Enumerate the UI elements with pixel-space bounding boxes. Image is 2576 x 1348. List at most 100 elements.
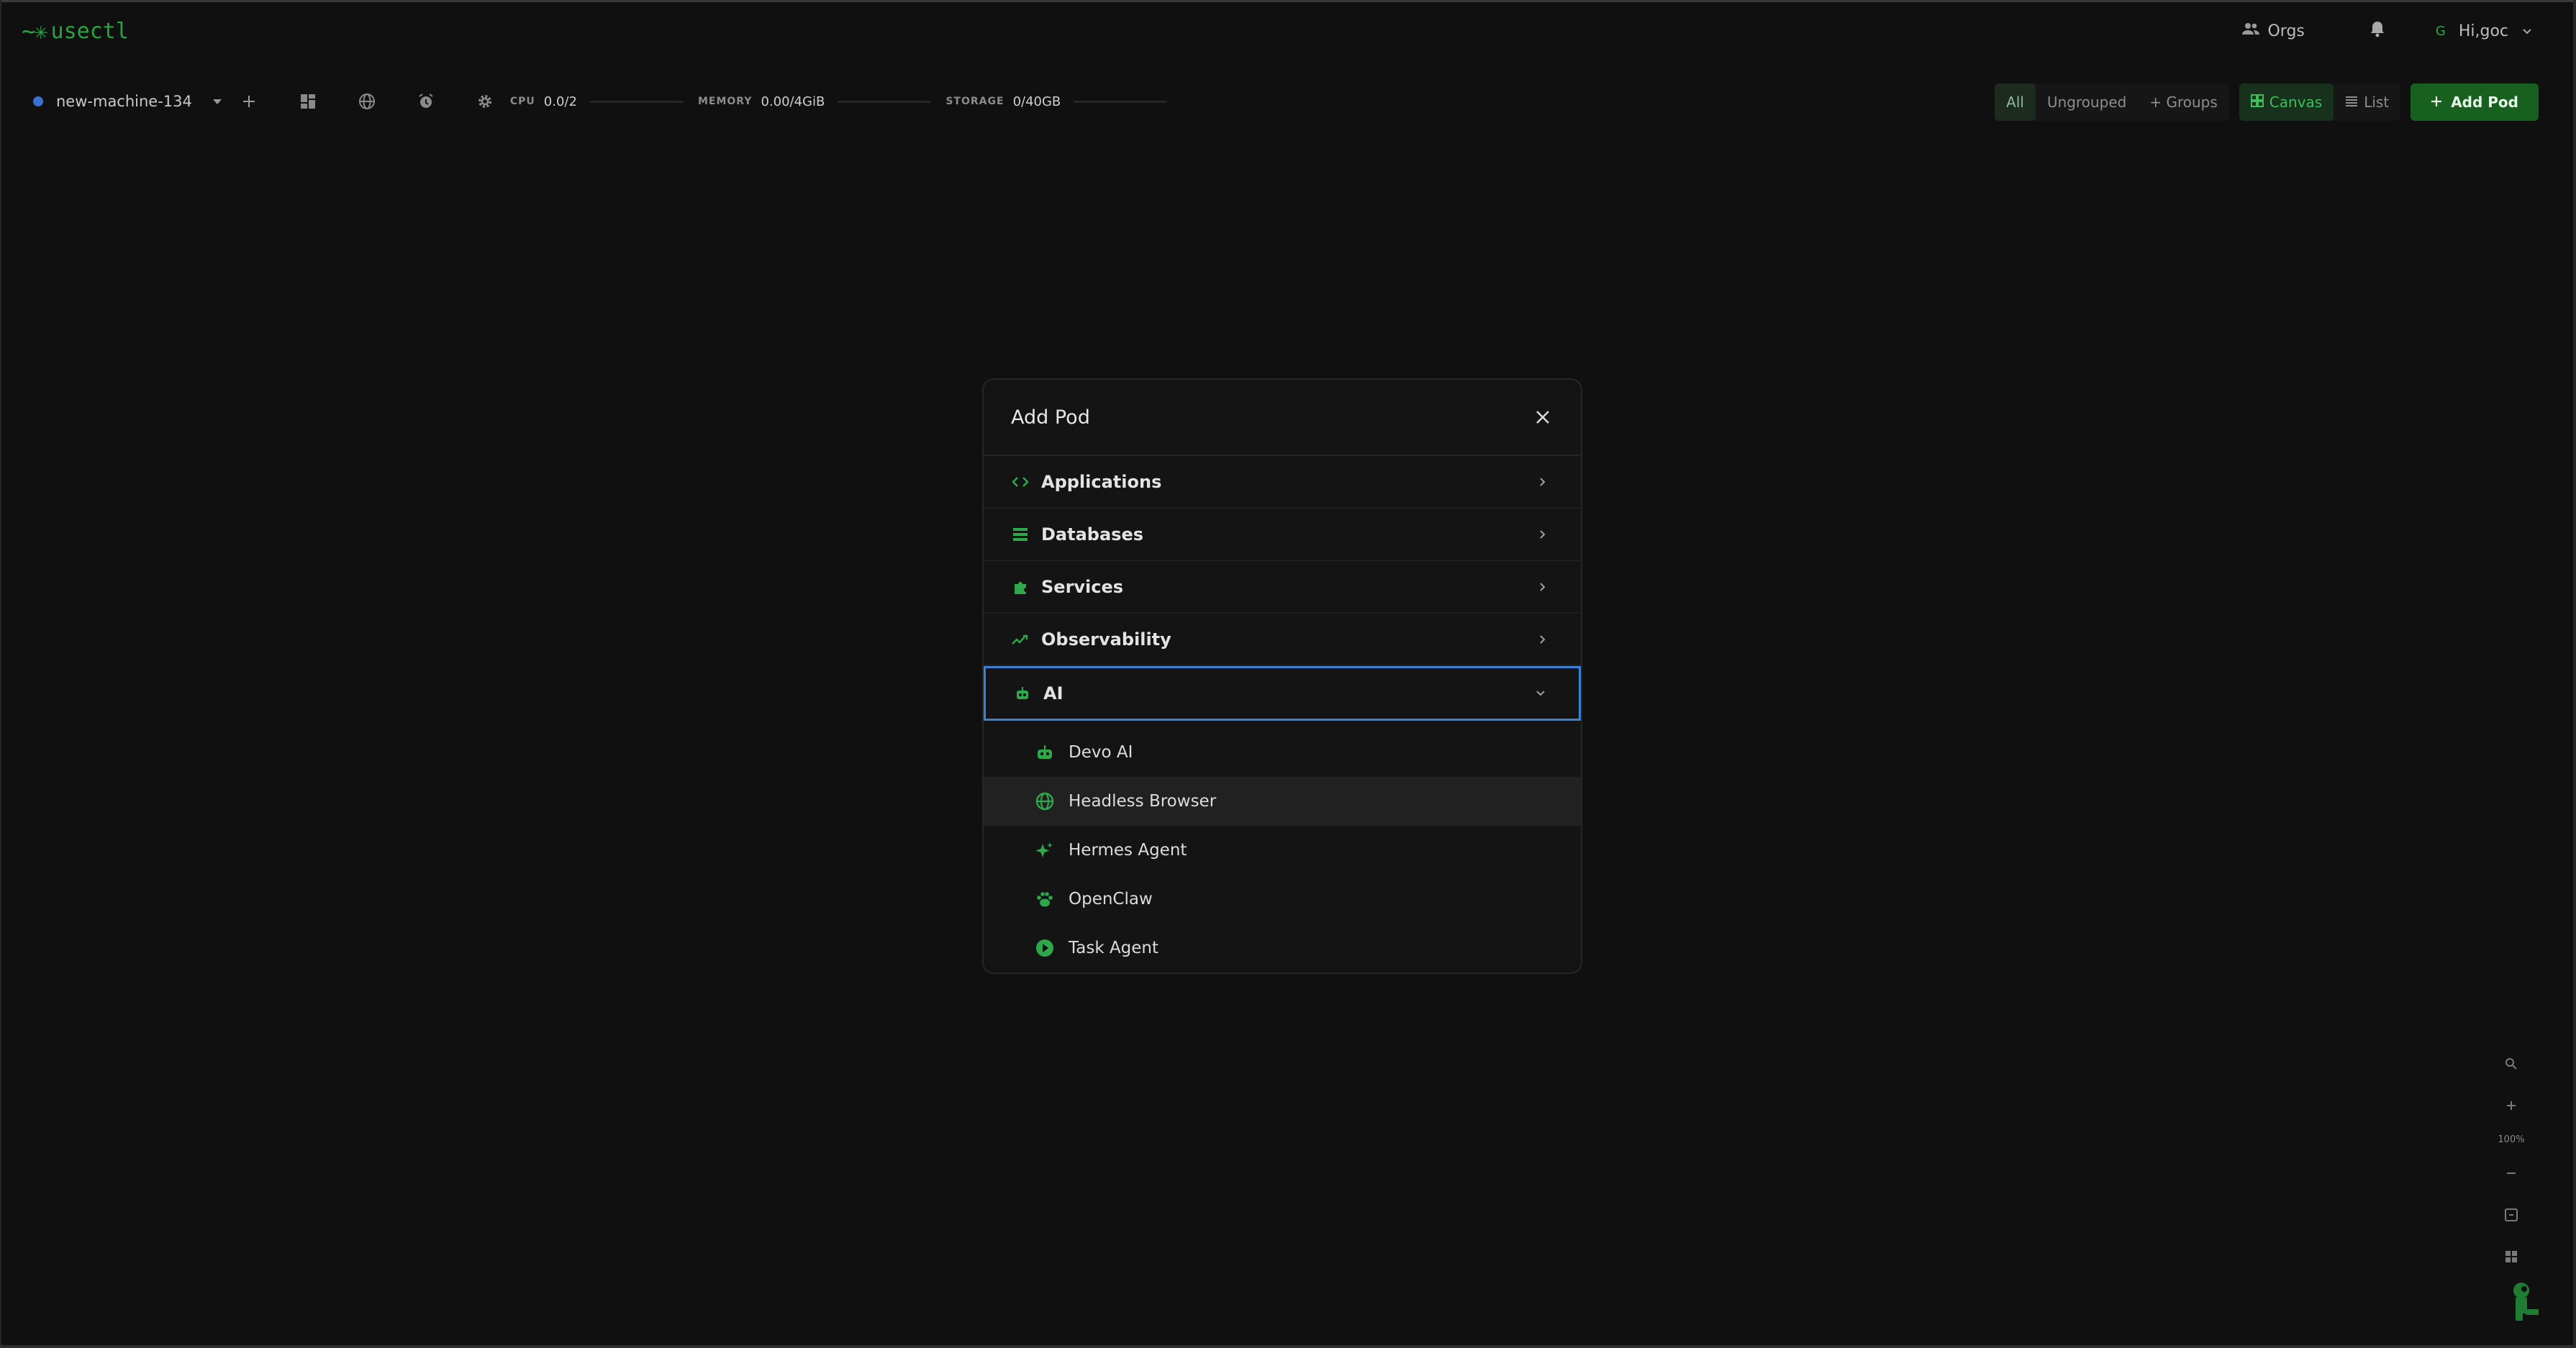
view-controls: All Ungrouped + Groups Canvas List Add P… (1995, 83, 2539, 121)
view-list-label: List (2364, 94, 2390, 111)
code-icon (1011, 473, 1030, 491)
list-icon (2345, 94, 2358, 111)
zoom-level: 100% (2498, 1134, 2525, 1145)
memory-bar (838, 100, 932, 103)
zoom-out-icon[interactable] (2490, 1152, 2533, 1194)
user-label: Hi,goc (2458, 22, 2508, 40)
orgs-button[interactable]: Orgs (2241, 22, 2305, 40)
category-services[interactable]: Services (984, 561, 1581, 614)
view-canvas[interactable]: Canvas (2239, 83, 2334, 121)
machine-name[interactable]: new-machine-134 (56, 93, 192, 110)
robot-icon (1034, 742, 1056, 763)
category-label: Databases (1041, 524, 1144, 545)
close-icon[interactable] (1532, 406, 1554, 428)
logo-mark: ~✳ (22, 17, 48, 45)
avatar: G (2435, 23, 2446, 39)
category-observability[interactable]: Observability (984, 614, 1581, 666)
category-applications[interactable]: Applications (984, 456, 1581, 509)
app-logo[interactable]: ~✳ usectl (22, 17, 129, 45)
filter-all[interactable]: All (1995, 83, 2036, 121)
memory-usage: MEMORY 0.00/4GiB (697, 94, 932, 109)
chevron-right-icon (1535, 632, 1551, 647)
view-toggle: Canvas List (2239, 83, 2401, 121)
window-top-border (0, 0, 2576, 2)
chevron-right-icon (1535, 527, 1551, 542)
fit-view-icon[interactable] (2490, 1194, 2533, 1236)
ai-item-openclaw[interactable]: OpenClaw (984, 875, 1581, 924)
robot-icon (1013, 684, 1032, 703)
ai-item-devo-ai[interactable]: Devo AI (984, 728, 1581, 777)
ai-item-label: Hermes Agent (1069, 841, 1187, 860)
chevron-down-icon (1533, 686, 1548, 701)
database-icon (1011, 525, 1030, 544)
window-left-border (0, 0, 1, 1348)
category-databases[interactable]: Databases (984, 509, 1581, 561)
search-icon[interactable] (2490, 1043, 2533, 1085)
ai-item-label: Devo AI (1069, 743, 1133, 762)
zoom-in-icon[interactable] (2490, 1085, 2533, 1126)
filter-groups[interactable]: + Groups (2138, 83, 2228, 121)
grid-icon (2250, 94, 2264, 111)
ai-item-label: Task Agent (1069, 939, 1159, 957)
ai-item-label: OpenClaw (1069, 890, 1153, 908)
category-label: Observability (1041, 629, 1171, 650)
category-ai[interactable]: AI (984, 666, 1581, 721)
zoom-controls: 100% (2490, 1043, 2533, 1278)
cpu-usage: CPU 0.0/2 (510, 94, 684, 109)
chevron-right-icon (1535, 474, 1551, 490)
sparkle-icon (1034, 839, 1056, 861)
view-list[interactable]: List (2334, 83, 2400, 121)
paw-icon (1034, 888, 1056, 910)
cpu-label: CPU (509, 96, 535, 107)
window-bottom-border (0, 1345, 2576, 1348)
view-canvas-label: Canvas (2269, 94, 2323, 111)
ai-item-headless-browser[interactable]: Headless Browser (984, 777, 1581, 826)
storage-value: 0/40GB (1012, 94, 1061, 109)
play-circle-icon (1034, 937, 1056, 959)
storage-usage: STORAGE 0/40GB (945, 94, 1168, 109)
group-filter: All Ungrouped + Groups (1995, 83, 2229, 121)
machine-toolbar: new-machine-134 CPU 0.0/2 MEMORY 0.00/4G… (33, 91, 1168, 112)
ai-item-label: Headless Browser (1069, 792, 1217, 811)
ai-item-hermes-agent[interactable]: Hermes Agent (984, 826, 1581, 875)
category-label: Applications (1041, 471, 1162, 492)
users-icon (2241, 22, 2260, 40)
add-pod-label: Add Pod (2451, 94, 2518, 111)
cpu-value: 0.0/2 (543, 94, 577, 109)
window-right-border (2573, 0, 2576, 1348)
trending-icon (1011, 630, 1030, 649)
storage-bar (1074, 100, 1168, 103)
ai-item-task-agent[interactable]: Task Agent (984, 924, 1581, 973)
modal-header: Add Pod (984, 380, 1581, 456)
alarm-icon[interactable] (415, 91, 437, 112)
ai-list-spacer (984, 721, 1581, 728)
memory-label: MEMORY (697, 96, 753, 107)
globe-icon (1034, 791, 1056, 812)
puzzle-icon (1011, 578, 1030, 596)
modal-title: Add Pod (1011, 406, 1090, 429)
plus-icon (2431, 94, 2442, 111)
globe-icon[interactable] (356, 91, 378, 112)
machine-dropdown-icon[interactable] (207, 91, 228, 112)
dashboard-icon[interactable] (297, 91, 319, 112)
chevron-down-icon (2521, 22, 2533, 40)
add-machine-icon[interactable] (238, 91, 260, 112)
orgs-label: Orgs (2267, 22, 2305, 40)
filter-ungrouped[interactable]: Ungrouped (2036, 83, 2138, 121)
user-menu[interactable]: G Hi,goc (2436, 22, 2533, 40)
add-pod-modal: Add Pod Applications Databases Services (982, 378, 1582, 974)
grid-icon[interactable] (2490, 1236, 2533, 1278)
machine-status-dot (33, 96, 43, 106)
category-label: Services (1041, 576, 1124, 597)
notifications-button[interactable] (2369, 20, 2385, 42)
chevron-right-icon (1535, 579, 1551, 595)
logo-text: usectl (50, 18, 129, 44)
category-label: AI (1043, 683, 1063, 703)
gear-icon[interactable] (474, 91, 496, 112)
cpu-bar (589, 100, 684, 103)
mascot-icon[interactable] (2505, 1280, 2541, 1326)
bell-icon (2369, 20, 2385, 42)
header-actions: Orgs G Hi,goc (2241, 20, 2533, 42)
add-pod-button[interactable]: Add Pod (2411, 83, 2539, 121)
memory-value: 0.00/4GiB (761, 94, 825, 109)
